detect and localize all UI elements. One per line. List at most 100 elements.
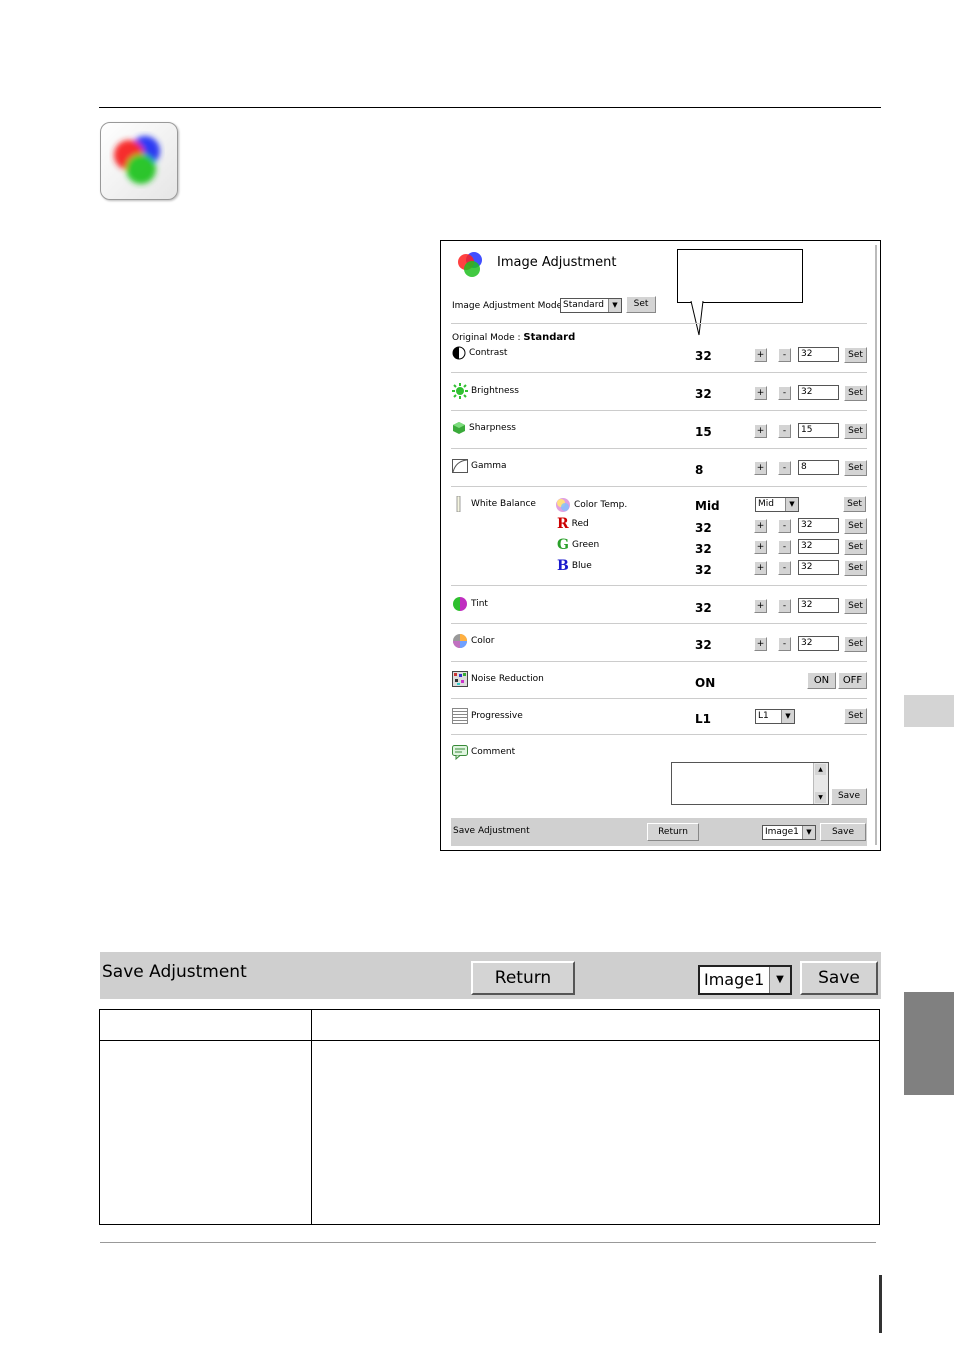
divider — [451, 372, 867, 373]
mode-set-button[interactable]: Set — [626, 296, 656, 313]
tint-plus-button[interactable]: + — [754, 599, 767, 613]
return-button[interactable]: Return — [647, 823, 699, 841]
green-label: G Green — [557, 537, 600, 553]
brightness-minus-button[interactable]: - — [778, 386, 791, 400]
mode-select[interactable]: Standard ▼ — [560, 298, 622, 313]
progressive-select[interactable]: L1 ▼ — [755, 709, 795, 724]
color-temp-select[interactable]: Mid ▼ — [755, 497, 799, 512]
color-minus-button[interactable]: - — [778, 637, 791, 651]
mode-label: Image Adjustment Mode — [452, 301, 563, 311]
brightness-plus-button[interactable]: + — [754, 386, 767, 400]
contrast-input[interactable]: 32 — [798, 347, 839, 362]
white-balance-label: White Balance — [456, 496, 536, 512]
gamma-set-button[interactable]: Set — [844, 460, 867, 476]
sharpness-input[interactable]: 15 — [798, 423, 839, 438]
rgb-icon — [458, 252, 482, 277]
comment-save-button[interactable]: Save — [831, 788, 867, 805]
comment-label: Comment — [452, 744, 515, 760]
blue-minus-button[interactable]: - — [778, 561, 791, 575]
sharpness-plus-button[interactable]: + — [754, 424, 767, 438]
progressive-label: Progressive — [452, 708, 523, 724]
gamma-plus-button[interactable]: + — [754, 461, 767, 475]
gamma-input[interactable]: 8 — [798, 460, 839, 475]
image-adjustment-window: Image Adjustment Image Adjustment Mode S… — [440, 240, 881, 851]
window-scrollbar[interactable] — [875, 245, 877, 845]
color-input[interactable]: 32 — [798, 636, 839, 651]
red-icon: R — [557, 516, 569, 532]
divider — [451, 585, 867, 586]
tint-icon — [453, 597, 467, 611]
sharpness-set-button[interactable]: Set — [844, 423, 867, 439]
save-button[interactable]: Save — [820, 823, 866, 841]
sharpness-value: 15 — [695, 425, 712, 439]
contrast-minus-button[interactable]: - — [778, 348, 791, 362]
blue-set-button[interactable]: Set — [844, 560, 867, 576]
comment-scrollbar[interactable]: ▲ ▼ — [813, 763, 828, 804]
color-icon — [453, 634, 467, 648]
description-table — [99, 1009, 880, 1225]
divider — [451, 734, 867, 735]
chevron-down-icon[interactable]: ▼ — [769, 967, 790, 993]
red-label: R Red — [557, 516, 589, 532]
tint-minus-button[interactable]: - — [778, 599, 791, 613]
brightness-label: Brightness — [452, 383, 519, 399]
green-value: 32 — [695, 542, 712, 556]
contrast-set-button[interactable]: Set — [844, 347, 867, 363]
save-slot-select[interactable]: Image1 ▼ — [698, 965, 792, 995]
blue-label: B Blue — [557, 558, 592, 574]
save-button[interactable]: Save — [800, 961, 878, 995]
comment-textarea[interactable]: ▲ ▼ — [671, 762, 829, 805]
callout-box — [677, 249, 803, 303]
contrast-label: Contrast — [452, 346, 507, 360]
scroll-down-icon[interactable]: ▼ — [815, 792, 826, 803]
red-plus-button[interactable]: + — [754, 519, 767, 533]
color-set-button[interactable]: Set — [844, 636, 867, 652]
tint-input[interactable]: 32 — [798, 598, 839, 613]
gamma-icon — [452, 459, 468, 473]
gamma-label: Gamma — [452, 459, 507, 473]
divider — [451, 410, 867, 411]
divider — [451, 623, 867, 624]
white-balance-icon — [456, 496, 461, 512]
red-minus-button[interactable]: - — [778, 519, 791, 533]
green-plus-button[interactable]: + — [754, 540, 767, 554]
save-slot-select[interactable]: Image1 ▼ — [762, 825, 816, 840]
divider — [451, 698, 867, 699]
color-value: 32 — [695, 638, 712, 652]
progressive-icon — [452, 708, 468, 724]
gamma-minus-button[interactable]: - — [778, 461, 791, 475]
progressive-set-button[interactable]: Set — [844, 708, 867, 724]
divider — [451, 323, 867, 324]
gamma-value: 8 — [695, 463, 704, 477]
brightness-set-button[interactable]: Set — [844, 385, 867, 401]
callout-pointer — [690, 301, 704, 336]
green-set-button[interactable]: Set — [844, 539, 867, 555]
green-input[interactable]: 32 — [798, 539, 839, 554]
divider — [451, 448, 867, 449]
divider — [451, 486, 867, 487]
green-minus-button[interactable]: - — [778, 540, 791, 554]
comment-icon — [452, 745, 468, 760]
side-tab — [904, 695, 954, 727]
sharpness-icon — [453, 422, 465, 434]
red-input[interactable]: 32 — [798, 518, 839, 533]
noise-off-button[interactable]: OFF — [838, 672, 867, 689]
blue-value: 32 — [695, 563, 712, 577]
blue-input[interactable]: 32 — [798, 560, 839, 575]
table-divider — [311, 1010, 312, 1224]
red-set-button[interactable]: Set — [844, 518, 867, 534]
scroll-up-icon[interactable]: ▲ — [815, 764, 826, 775]
color-plus-button[interactable]: + — [754, 637, 767, 651]
save-adjustment-label: Save Adjustment — [102, 962, 247, 982]
blue-plus-button[interactable]: + — [754, 561, 767, 575]
original-mode: Original Mode : Standard — [452, 332, 576, 343]
noise-on-button[interactable]: ON — [807, 672, 836, 689]
contrast-plus-button[interactable]: + — [754, 348, 767, 362]
brightness-input[interactable]: 32 — [798, 385, 839, 400]
color-temp-set-button[interactable]: Set — [843, 496, 866, 512]
sharpness-label: Sharpness — [452, 421, 516, 435]
return-button[interactable]: Return — [471, 961, 575, 995]
tint-set-button[interactable]: Set — [844, 598, 867, 614]
sharpness-minus-button[interactable]: - — [778, 424, 791, 438]
blue-icon: B — [557, 558, 569, 574]
